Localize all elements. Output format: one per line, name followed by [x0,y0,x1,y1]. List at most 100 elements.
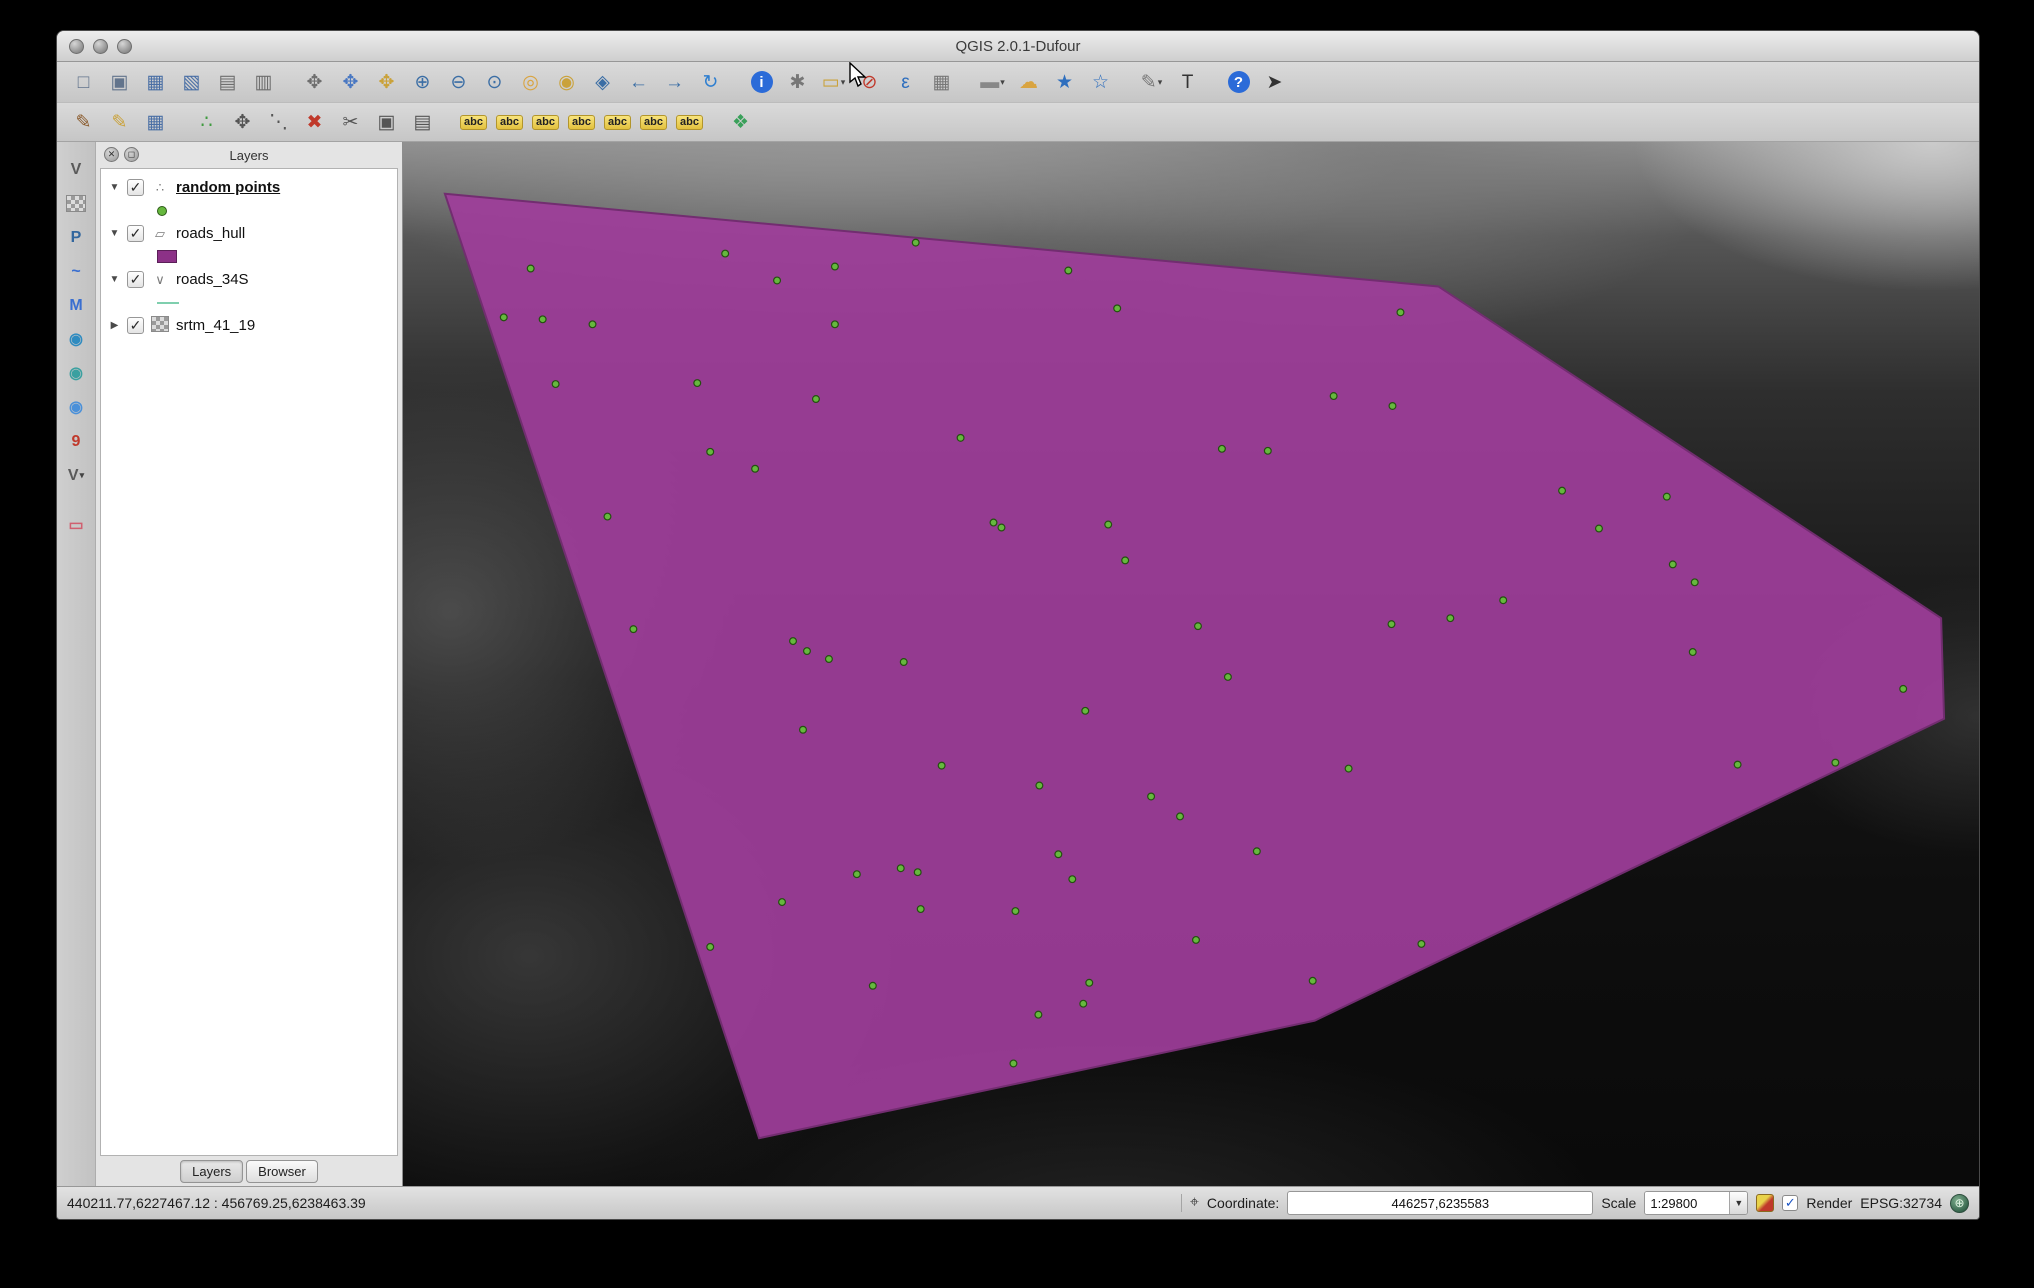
measure-dropdown-icon[interactable]: ▾ [1000,78,1005,87]
panel-close-icon[interactable]: ✕ [104,147,119,162]
rotate-label-button[interactable]: abc [565,107,598,137]
panel-tab-layers[interactable]: Layers [180,1160,243,1183]
paste-features-button[interactable]: ▤ [406,107,439,137]
scale-input[interactable] [1645,1192,1729,1214]
whats-this-button[interactable]: ➤ [1258,67,1291,97]
zoom-in-button[interactable]: ⊕ [406,67,439,97]
select-features-button[interactable]: ▭▾ [817,67,850,97]
new-shapefile-layer-button[interactable]: V▾ [61,462,91,489]
panel-tabs: LayersBrowser [96,1156,402,1186]
save-layer-edits-button[interactable]: ▦ [139,107,172,137]
node-tool-button[interactable]: ⋱ [262,107,295,137]
new-bookmark-button[interactable]: ★ [1048,67,1081,97]
coordinate-capture-icon[interactable]: ⌖ [1190,1195,1199,1211]
deselect-features-button[interactable]: ⊘ [853,67,886,97]
collapse-icon[interactable]: ▼ [108,274,121,285]
annotation-dropdown-icon[interactable]: ▾ [1158,78,1163,87]
help-contents-button[interactable]: ? [1222,67,1255,97]
layer-item-roads-hull[interactable]: ▼✓▱roads_hull [101,220,397,247]
render-checkbox[interactable]: ✓ [1782,1195,1798,1211]
refresh-map-button[interactable]: ↻ [694,67,727,97]
add-wms-layer-button[interactable]: ◉ [61,326,91,353]
zoom-last-button[interactable]: ← [622,67,655,97]
zoom-to-layer-button[interactable]: ◈ [586,67,619,97]
move-label-button[interactable]: abc [529,107,562,137]
cut-features-button[interactable]: ✂ [334,107,367,137]
select-by-expression-button[interactable]: ε [889,67,922,97]
measure-button[interactable]: ▬▾ [976,67,1009,97]
collapse-icon[interactable]: ▼ [108,228,121,239]
current-edits-button[interactable]: ✎ [67,107,100,137]
layer-item-srtm-41-19[interactable]: ▶ ✓ srtm_41_19 [101,312,397,339]
text-annotation-button[interactable]: T [1171,67,1204,97]
layer-visibility-checkbox[interactable]: ✓ [127,225,144,242]
open-attribute-table-button[interactable]: ▦ [925,67,958,97]
zoom-window-button[interactable] [117,39,132,54]
panel-float-icon[interactable]: ◻ [124,147,139,162]
add-postgis-layer-button[interactable]: P [61,224,91,251]
add-mssql-layer-button[interactable]: M [61,292,91,319]
map-tips-button[interactable]: ☁ [1012,67,1045,97]
add-oracle-layer-button[interactable]: 9 [61,428,91,455]
layer-name[interactable]: random points [176,179,280,196]
new-print-composer-button[interactable]: ▤ [211,67,244,97]
new-shapefile-layer-dropdown-icon[interactable]: ▾ [80,471,85,480]
collapse-icon[interactable]: ▼ [108,182,121,193]
layer-visibility-checkbox[interactable]: ✓ [127,317,144,334]
scale-combo[interactable]: ▼ [1644,1191,1748,1215]
open-project-button[interactable]: ▣ [103,67,136,97]
move-feature-button[interactable]: ✥ [226,107,259,137]
add-feature-button[interactable]: ∴ [190,107,223,137]
pin-labels-button[interactable]: abc [601,107,634,137]
plugin-tool-button[interactable]: ❖ [724,107,757,137]
zoom-actual-size-button[interactable]: ⊙ [478,67,511,97]
layer-labeling-button[interactable]: abc [457,107,490,137]
add-spatialite-layer-button[interactable]: ~ [61,258,91,285]
expand-icon[interactable]: ▶ [108,320,121,331]
delete-selected-button[interactable]: ✖ [298,107,331,137]
close-window-button[interactable] [69,39,84,54]
select-features-dropdown-icon[interactable]: ▾ [841,78,846,87]
layer-item-random-points[interactable]: ▼✓∴random points [101,174,397,201]
window-titlebar[interactable]: QGIS 2.0.1-Dufour [57,31,1979,62]
add-delimited-text-layer-button[interactable]: ▭ [61,512,91,539]
scale-dropdown-icon[interactable]: ▼ [1729,1192,1747,1214]
layer-name[interactable]: srtm_41_19 [176,317,255,334]
coordinate-input[interactable] [1287,1191,1593,1215]
run-feature-action-button[interactable]: ✱ [781,67,814,97]
panel-tab-browser[interactable]: Browser [246,1160,318,1183]
layer-visibility-checkbox[interactable]: ✓ [127,179,144,196]
zoom-full-button[interactable]: ◎ [514,67,547,97]
map-canvas[interactable] [403,142,1979,1186]
zoom-next-button[interactable]: → [658,67,691,97]
add-wcs-layer-button[interactable]: ◉ [61,360,91,387]
show-bookmarks-button[interactable]: ☆ [1084,67,1117,97]
add-raster-layer-button[interactable] [61,190,91,217]
toggle-editing-button[interactable]: ✎ [103,107,136,137]
layer-name[interactable]: roads_hull [176,225,245,242]
save-project-as-button[interactable]: ▧ [175,67,208,97]
touch-zoom-pan-button[interactable]: ✥ [298,67,331,97]
copy-features-button[interactable]: ▣ [370,107,403,137]
composer-manager-button[interactable]: ▥ [247,67,280,97]
change-label-button[interactable]: abc [673,107,706,137]
pan-to-selection-button[interactable]: ✥ [370,67,403,97]
label-properties-button[interactable]: abc [493,107,526,137]
random-point [1080,1000,1087,1007]
layer-name[interactable]: roads_34S [176,271,249,288]
zoom-out-button[interactable]: ⊖ [442,67,475,97]
add-wfs-layer-button[interactable]: ◉ [61,394,91,421]
add-vector-layer-button[interactable]: V [61,156,91,183]
identify-features-button[interactable]: i [745,67,778,97]
show-hide-labels-button[interactable]: abc [637,107,670,137]
save-project-button[interactable]: ▦ [139,67,172,97]
zoom-to-selection-button[interactable]: ◉ [550,67,583,97]
layer-item-roads-34s[interactable]: ▼✓∨roads_34S [101,266,397,293]
new-project-button[interactable]: □ [67,67,100,97]
stop-rendering-icon[interactable] [1756,1194,1774,1212]
minimize-window-button[interactable] [93,39,108,54]
layer-visibility-checkbox[interactable]: ✓ [127,271,144,288]
annotation-button[interactable]: ✎▾ [1135,67,1168,97]
pan-map-button[interactable]: ✥ [334,67,367,97]
crs-status-icon[interactable]: ⊕ [1950,1194,1969,1213]
